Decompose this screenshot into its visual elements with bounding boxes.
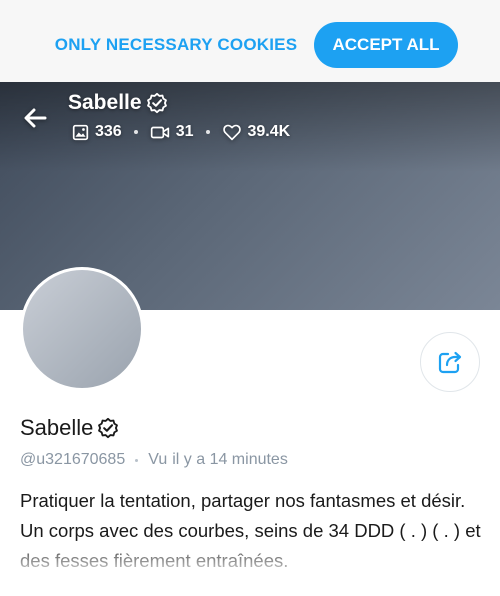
profile-name-text: Sabelle xyxy=(20,415,94,440)
photos-count: 336 xyxy=(95,123,122,140)
separator-dot xyxy=(205,130,210,134)
verified-badge-icon xyxy=(98,417,119,439)
cover-name-text: Sabelle xyxy=(68,91,142,114)
profile-name: Sabelle xyxy=(20,413,119,443)
separator-dot xyxy=(133,130,138,134)
photos-stat[interactable]: 336 xyxy=(72,123,122,141)
share-icon xyxy=(438,351,462,374)
only-necessary-cookies-button[interactable]: ONLY NECESSARY COOKIES xyxy=(52,22,300,68)
videos-stat[interactable]: 31 xyxy=(150,123,194,141)
back-arrow-icon xyxy=(24,108,47,128)
cover-stats: 336 31 39.4K xyxy=(72,121,290,143)
back-button[interactable] xyxy=(16,98,56,138)
username: @u321670685 xyxy=(20,451,126,468)
last-seen-label: Vu xyxy=(148,451,168,468)
profile-meta: @u321670685 Vu il y a 14 minutes xyxy=(20,449,288,471)
cover-profile-name: Sabelle xyxy=(68,90,168,116)
likes-stat: 39.4K xyxy=(222,123,291,141)
share-button[interactable] xyxy=(420,332,480,392)
cookie-banner: ONLY NECESSARY COOKIES ACCEPT ALL xyxy=(0,0,500,82)
heart-icon xyxy=(222,124,241,141)
likes-count: 39.4K xyxy=(247,123,291,140)
video-icon xyxy=(150,126,169,138)
profile-bio: Pratiquer la tentation, partager nos fan… xyxy=(20,490,481,571)
verified-badge-icon xyxy=(146,92,167,114)
last-seen-time: il y a 14 minutes xyxy=(172,451,288,468)
accept-all-cookies-button[interactable]: ACCEPT ALL xyxy=(314,22,458,68)
separator-dot xyxy=(135,458,139,462)
videos-count: 31 xyxy=(175,123,194,140)
avatar[interactable] xyxy=(20,267,144,391)
image-icon xyxy=(72,124,89,140)
